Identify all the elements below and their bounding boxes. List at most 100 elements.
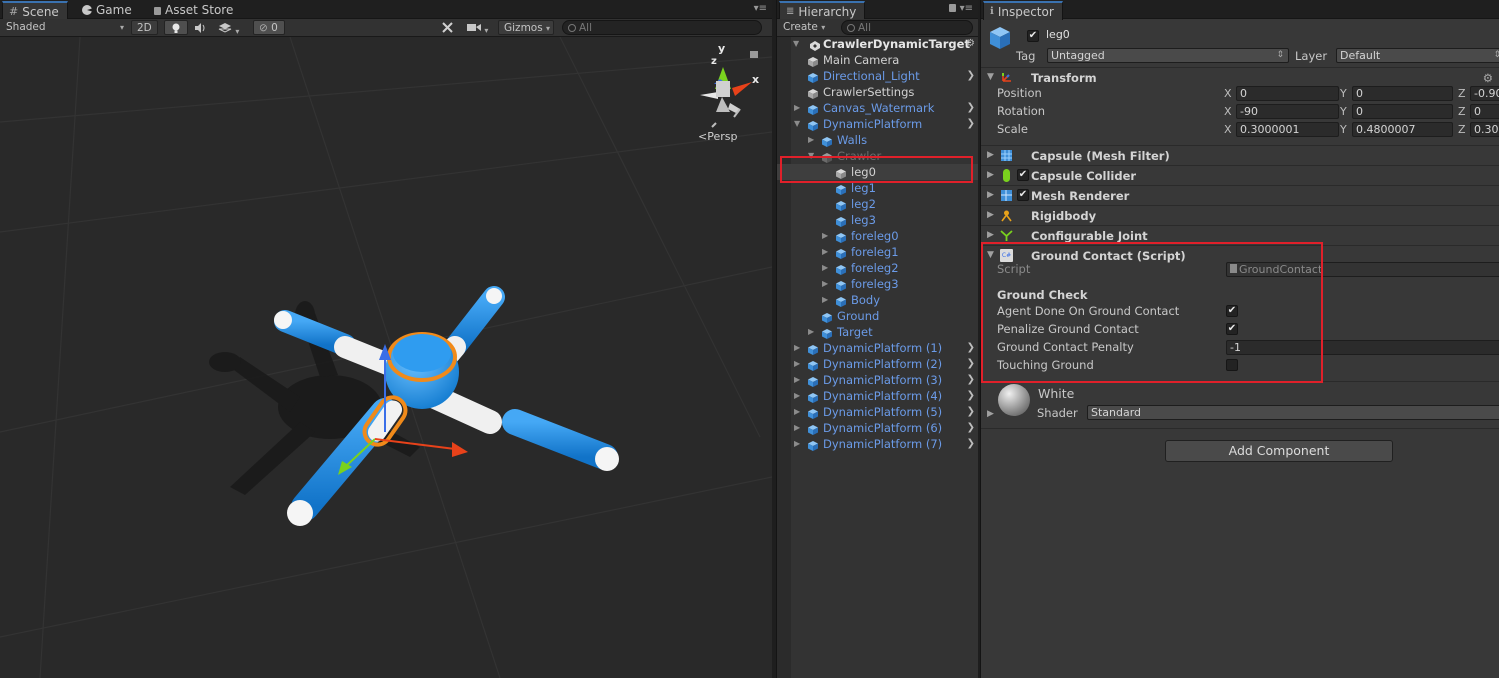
touching-ground-checkbox[interactable] [1226,359,1238,371]
collapse-arrow-icon[interactable]: ▶ [794,100,800,116]
collapse-arrow-icon[interactable]: ▶ [794,436,800,452]
expand-arrow-icon[interactable]: ▶ [987,190,994,200]
component-header[interactable]: ▶ Capsule (Mesh Filter) [981,145,1499,165]
chevron-right-icon[interactable]: ❯ [967,420,975,436]
expand-arrow-icon[interactable]: ▼ [793,36,799,52]
hierarchy-item[interactable]: leg0 [777,164,978,180]
chevron-right-icon[interactable]: ❯ [967,100,975,116]
hierarchy-item[interactable]: Ground [777,308,978,324]
add-component-button[interactable]: Add Component [1165,440,1393,462]
tag-dropdown[interactable]: Untagged [1047,48,1289,63]
hierarchy-item[interactable]: ▶ Walls [777,132,978,148]
component-header[interactable]: ▶ ✔ Mesh Renderer [981,185,1499,205]
collapse-arrow-icon[interactable]: ▶ [794,404,800,420]
component-header[interactable]: ▶ Rigidbody [981,205,1499,225]
collapse-arrow-icon[interactable]: ▼ [987,72,994,82]
object-name-field[interactable]: leg0 [1043,28,1499,43]
hierarchy-item[interactable]: ▶ DynamicPlatform (4) ❯ [777,388,978,404]
collapse-arrow-icon[interactable]: ▶ [808,132,814,148]
collapse-arrow-icon[interactable]: ▶ [794,420,800,436]
hierarchy-item[interactable]: ▶ Body [777,292,978,308]
create-dropdown[interactable]: Create ▾ [783,20,825,35]
collapse-arrow-icon[interactable]: ▶ [794,356,800,372]
expand-arrow-icon[interactable]: ▶ [987,210,994,220]
panel-menu-icon[interactable]: ▾≡ [960,3,973,14]
layer-dropdown[interactable]: Default [1336,48,1499,63]
chevron-right-icon[interactable]: ❯ [967,68,975,84]
transform-y-field[interactable]: 0 [1352,104,1453,119]
collapse-arrow-icon[interactable]: ▼ [987,250,994,260]
hierarchy-item[interactable]: leg2 [777,196,978,212]
penalty-input[interactable]: -1 [1226,340,1499,355]
penalize-checkbox[interactable]: ✔ [1226,323,1238,335]
tab-scene[interactable]: # Scene [2,1,68,20]
scene-search-input[interactable]: All [562,20,762,35]
scene-menu-icon[interactable]: ⚙ [966,36,975,52]
collapse-arrow-icon[interactable]: ▶ [822,228,828,244]
script-reference-field[interactable]: GroundContact [1226,262,1499,277]
transform-z-field[interactable]: 0 [1470,104,1499,119]
projection-toggle[interactable]: <Persp [698,130,737,143]
lighting-toggle-icon[interactable] [164,20,188,35]
chevron-right-icon[interactable]: ❯ [967,404,975,420]
expand-arrow-icon[interactable]: ▶ [987,150,994,160]
expand-arrow-icon[interactable]: ▶ [987,170,994,180]
hierarchy-item[interactable]: ▶ DynamicPlatform (7) ❯ [777,436,978,452]
hierarchy-item[interactable]: ▶ foreleg2 [777,260,978,276]
hierarchy-item[interactable]: ▶ DynamicPlatform (3) ❯ [777,372,978,388]
hierarchy-item[interactable]: ▶ DynamicPlatform (6) ❯ [777,420,978,436]
chevron-right-icon[interactable]: ❯ [967,340,975,356]
hierarchy-item[interactable]: ▶ foreleg1 [777,244,978,260]
toggle-2d-button[interactable]: 2D [131,20,158,35]
transform-x-field[interactable]: 0.3000001 [1236,122,1339,137]
lock-icon[interactable] [949,4,956,12]
hierarchy-item[interactable]: ▶ DynamicPlatform (2) ❯ [777,356,978,372]
active-checkbox[interactable]: ✔ [1027,30,1039,42]
shading-mode-dropdown[interactable]: Shaded ▾ [6,20,126,35]
transform-z-field[interactable]: -0.90 [1470,86,1499,101]
transform-y-field[interactable]: 0 [1352,86,1453,101]
hierarchy-item[interactable]: Directional_Light ❯ [777,68,978,84]
hierarchy-item[interactable]: ▶ Target [777,324,978,340]
hierarchy-item[interactable]: Main Camera [777,52,978,68]
panel-menu-icon[interactable]: ▾≡ [754,3,767,14]
tab-asset-store[interactable]: Asset Store [148,1,241,19]
transform-z-field[interactable]: 0.300 [1470,122,1499,137]
tools-icon[interactable] [441,20,457,35]
component-settings-icon[interactable]: ⚙ [1483,71,1493,85]
effects-dropdown-icon[interactable]: ▾ [218,20,248,36]
agent-done-checkbox[interactable]: ✔ [1226,305,1238,317]
camera-dropdown-icon[interactable]: ▾ [467,20,493,35]
hierarchy-item[interactable]: leg1 [777,180,978,196]
chevron-right-icon[interactable]: ❯ [967,388,975,404]
gizmos-dropdown[interactable]: Gizmos ▾ [498,20,554,35]
component-header[interactable]: ▶ ✔ Capsule Collider [981,165,1499,185]
hierarchy-search-input[interactable]: All [841,20,973,35]
transform-header[interactable]: ▼ Transform ⚙ [981,67,1499,87]
audio-toggle-icon[interactable] [194,20,212,35]
transform-y-field[interactable]: 0.4800007 [1352,122,1453,137]
hierarchy-item[interactable]: ▼ DynamicPlatform ❯ [777,116,978,132]
chevron-right-icon[interactable]: ❯ [967,356,975,372]
hierarchy-item[interactable]: ▶ foreleg3 [777,276,978,292]
hierarchy-item[interactable]: ▶ Canvas_Watermark ❯ [777,100,978,116]
transform-x-field[interactable]: 0 [1236,86,1339,101]
collapse-arrow-icon[interactable]: ▶ [794,372,800,388]
hierarchy-root-scene[interactable]: ▼ CrawlerDynamicTarget ⚙ [777,36,978,52]
tab-inspector[interactable]: ℹ Inspector [983,1,1063,20]
collapse-arrow-icon[interactable]: ▶ [822,244,828,260]
component-header[interactable]: ▶ Configurable Joint [981,225,1499,245]
expand-arrow-icon[interactable]: ▶ [987,230,994,240]
chevron-right-icon[interactable]: ❯ [967,116,975,132]
shader-dropdown[interactable]: Standard [1087,405,1499,420]
chevron-right-icon[interactable]: ❯ [967,372,975,388]
collapse-arrow-icon[interactable]: ▶ [822,260,828,276]
hierarchy-item[interactable]: ▼ Crawler [777,148,978,164]
tab-game[interactable]: Game [76,1,140,19]
hierarchy-item[interactable]: CrawlerSettings [777,84,978,100]
scene-viewport[interactable]: y z x <Persp [0,36,772,678]
collapse-arrow-icon[interactable]: ▶ [822,276,828,292]
collapse-arrow-icon[interactable]: ▶ [822,292,828,308]
expand-arrow-icon[interactable]: ▼ [808,148,814,164]
component-enabled-checkbox[interactable]: ✔ [1017,189,1029,201]
